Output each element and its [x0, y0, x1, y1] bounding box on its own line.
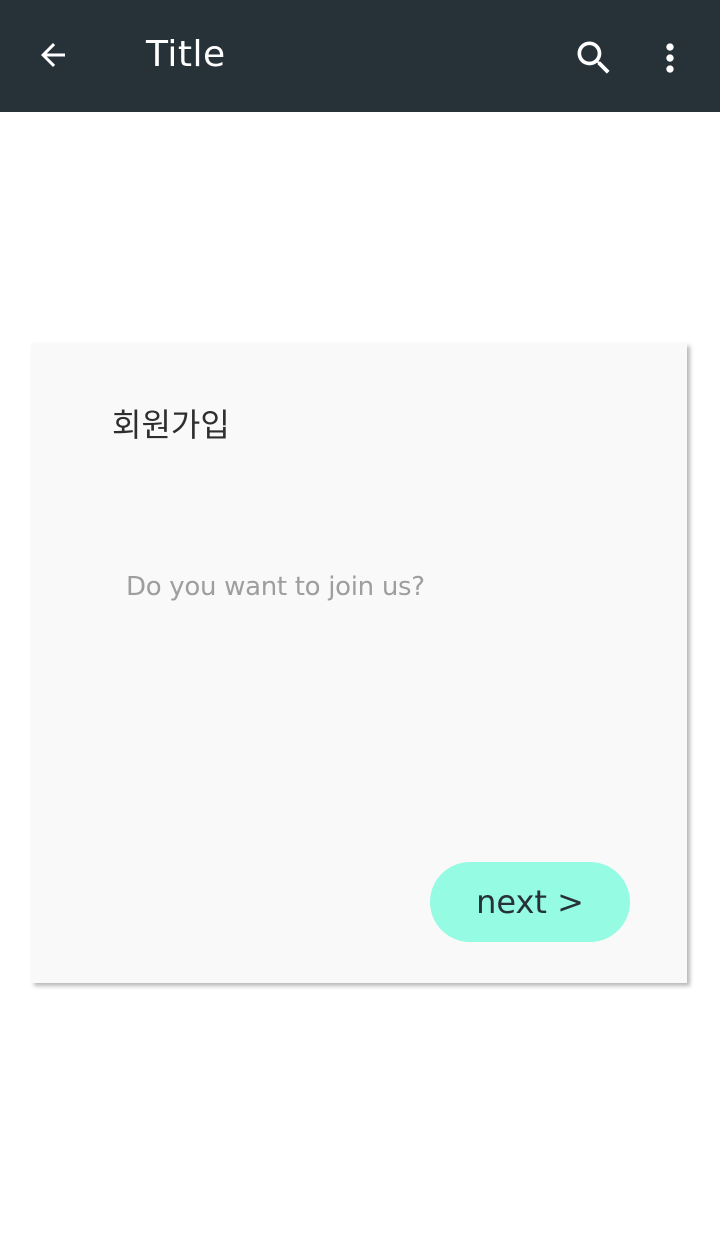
- more-options-button[interactable]: [642, 30, 698, 86]
- search-button[interactable]: [566, 30, 622, 86]
- arrow-back-icon: [41, 43, 65, 67]
- back-button[interactable]: [25, 27, 81, 83]
- app-bar-title: Title: [146, 34, 226, 75]
- app-bar: Title: [0, 0, 720, 112]
- signup-card: 회원가입 Do you want to join us? next >: [31, 343, 687, 983]
- join-prompt-text: Do you want to join us?: [126, 572, 425, 602]
- more-vert-icon: [666, 43, 674, 73]
- next-button[interactable]: next >: [430, 862, 630, 942]
- card-title: 회원가입: [112, 406, 230, 444]
- search-icon: [577, 41, 610, 74]
